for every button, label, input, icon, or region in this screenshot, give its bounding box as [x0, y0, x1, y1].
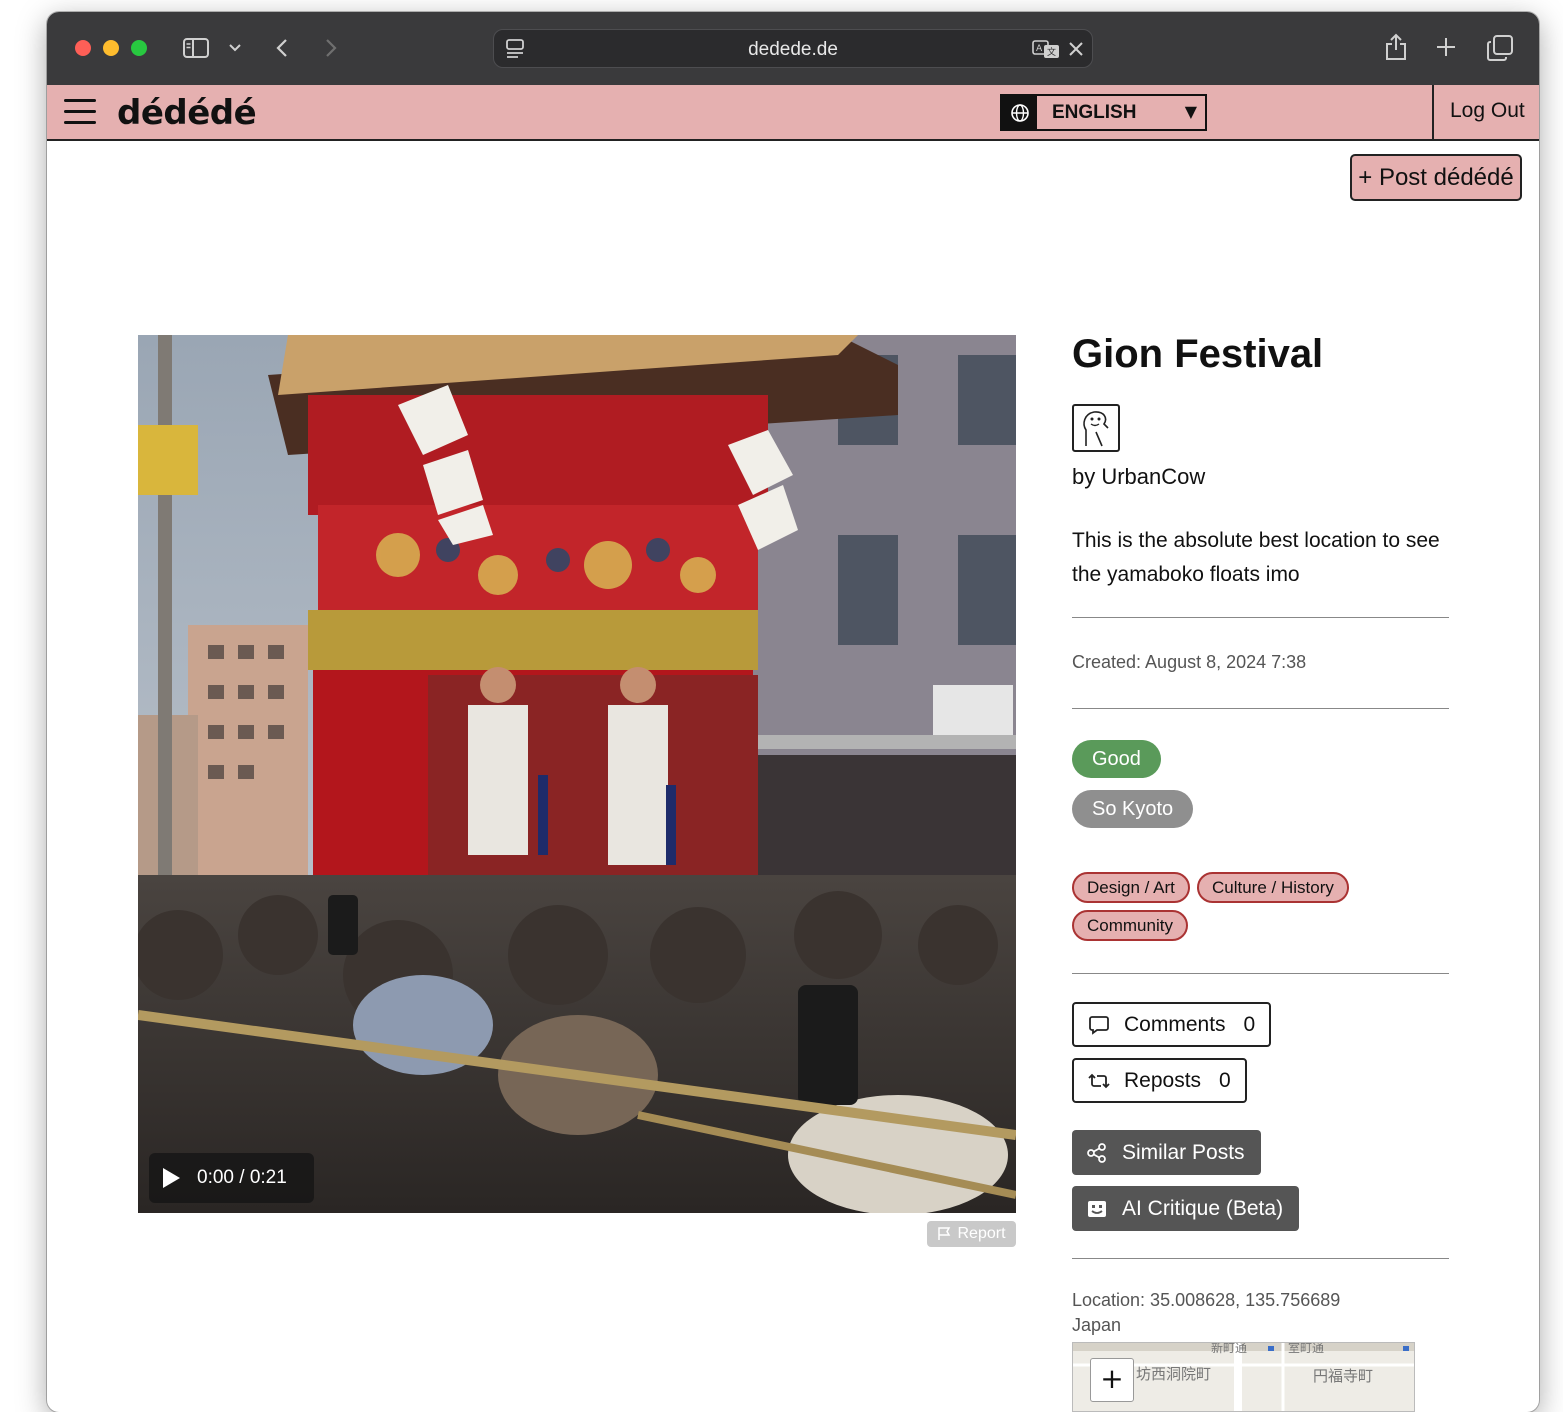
comments-button[interactable]: Comments 0: [1072, 1002, 1272, 1047]
robot-face-icon: [1088, 1200, 1106, 1217]
similar-posts-button[interactable]: Similar Posts: [1072, 1130, 1261, 1175]
similar-posts-label: Similar Posts: [1122, 1140, 1245, 1164]
divider: [1072, 973, 1449, 974]
location-country: Japan: [1072, 1315, 1122, 1335]
map-place-label: 坊西洞院町: [1136, 1365, 1212, 1383]
reposts-count: 0: [1219, 1068, 1231, 1092]
minimize-window-button[interactable]: [103, 40, 119, 56]
festival-float-image: [138, 335, 1016, 1213]
location-map[interactable]: 新町通 室町通 坊西洞院町 円福寺町 +: [1072, 1342, 1415, 1412]
globe-icon: [1002, 96, 1037, 129]
tag-community[interactable]: Community: [1072, 910, 1188, 941]
ai-critique-button[interactable]: AI Critique (Beta): [1072, 1186, 1300, 1231]
close-window-button[interactable]: [75, 40, 91, 56]
ai-critique-label: AI Critique (Beta): [1122, 1196, 1284, 1220]
language-selected: ENGLISH: [1052, 102, 1137, 123]
post-title: Gion Festival: [1072, 332, 1324, 376]
chevron-down-icon[interactable]: [226, 38, 244, 58]
location-info: Location: 35.008628, 135.756689 Japan: [1072, 1288, 1340, 1338]
translate-icon[interactable]: A文: [1032, 38, 1060, 60]
browser-window: dedede.de A文 dédédé ENGLISH ▼ Log Out + …: [47, 12, 1539, 1412]
zoom-window-button[interactable]: [131, 40, 147, 56]
map-place-label: 円福寺町: [1313, 1367, 1374, 1385]
play-icon[interactable]: [163, 1168, 180, 1188]
map-street-label: 新町通: [1211, 1342, 1248, 1355]
post-description: This is the absolute best location to se…: [1072, 529, 1440, 586]
site-logo[interactable]: dédédé: [117, 93, 257, 133]
map-street-label: 室町通: [1288, 1342, 1325, 1355]
reposts-button[interactable]: Reposts 0: [1072, 1058, 1247, 1103]
comments-count: 0: [1243, 1012, 1256, 1036]
svg-text:A: A: [1036, 44, 1043, 54]
tag-culture-history[interactable]: Culture / History: [1197, 872, 1349, 903]
author-byline[interactable]: by UrbanCow: [1072, 464, 1205, 490]
caret-down-icon: ▼: [1184, 102, 1197, 121]
url-text: dedede.de: [748, 39, 838, 60]
svg-text:文: 文: [1047, 46, 1056, 58]
tab-overview-icon[interactable]: [1486, 34, 1514, 62]
hamburger-menu-icon[interactable]: [64, 99, 96, 125]
comments-label: Comments: [1124, 1012, 1226, 1036]
report-label: Report: [957, 1225, 1006, 1242]
comment-icon: [1089, 1015, 1109, 1035]
location-coordinates: Location: 35.008628, 135.756689: [1072, 1290, 1341, 1310]
cow-avatar-icon: [1083, 411, 1109, 447]
logout-link[interactable]: Log Out: [1450, 99, 1525, 123]
repost-icon: [1088, 1073, 1110, 1088]
sidebar-toggle-icon[interactable]: [182, 35, 210, 61]
post-video[interactable]: 0:00 / 0:21: [138, 335, 1016, 1213]
back-icon[interactable]: [271, 36, 293, 60]
language-select[interactable]: ENGLISH ▼: [1000, 94, 1207, 131]
video-timestamp: 0:00 / 0:21: [197, 1167, 287, 1188]
flag-icon: [938, 1227, 951, 1240]
address-bar[interactable]: dedede.de A文: [493, 29, 1093, 68]
share-nodes-icon: [1087, 1142, 1106, 1163]
divider: [1072, 617, 1449, 618]
rating-badge-good[interactable]: Good: [1072, 740, 1161, 778]
divider: [1072, 708, 1449, 709]
report-button[interactable]: Report: [927, 1221, 1016, 1247]
map-zoom-in-button[interactable]: +: [1090, 1358, 1134, 1402]
author-avatar[interactable]: [1072, 404, 1120, 452]
forward-icon[interactable]: [320, 36, 342, 60]
created-timestamp: Created: August 8, 2024 7:38: [1072, 652, 1307, 672]
close-icon[interactable]: [1067, 40, 1085, 58]
divider: [1072, 1258, 1449, 1259]
tag-design-art[interactable]: Design / Art: [1072, 872, 1190, 903]
site-navbar: dédédé ENGLISH ▼ Log Out: [47, 85, 1539, 141]
nav-divider: [1432, 85, 1434, 141]
video-controls[interactable]: 0:00 / 0:21: [149, 1153, 314, 1203]
new-tab-icon[interactable]: [1435, 36, 1457, 58]
browser-toolbar: dedede.de A文: [47, 12, 1539, 85]
rating-badge-so-kyoto[interactable]: So Kyoto: [1072, 790, 1194, 828]
share-icon[interactable]: [1383, 32, 1409, 62]
new-post-button[interactable]: + Post dédédé: [1350, 154, 1522, 201]
reposts-label: Reposts: [1124, 1068, 1202, 1092]
